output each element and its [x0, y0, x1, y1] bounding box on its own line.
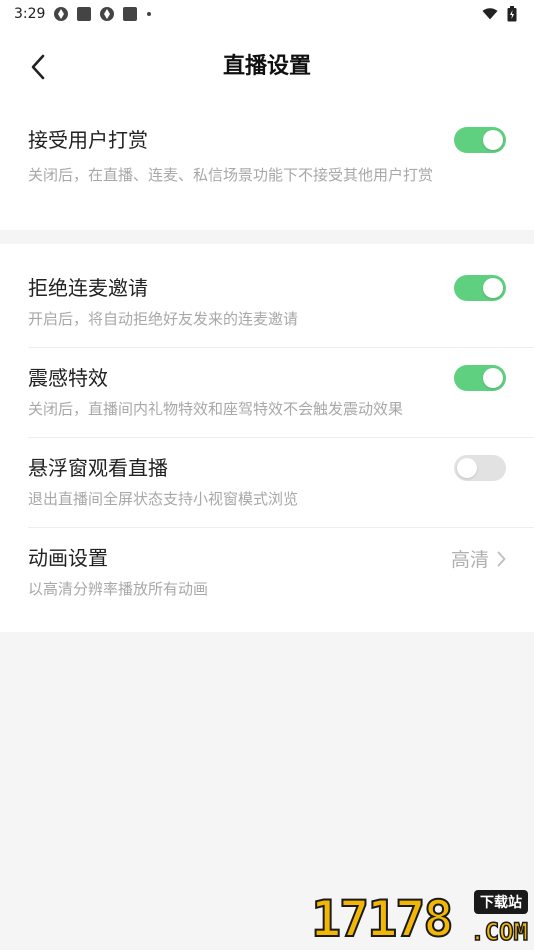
status-bar: 3:29 [0, 0, 534, 28]
toggle-knob [457, 458, 477, 478]
setting-row-animation[interactable]: 动画设置 以高清分辨率播放所有动画 高清 [0, 528, 534, 632]
floating-window-toggle[interactable] [454, 455, 506, 481]
chevron-right-icon [497, 551, 506, 566]
gear-notification-icon [53, 6, 69, 22]
watermark-number: 17178 [310, 889, 455, 949]
setting-desc: 退出直播间全屏状态支持小视窗模式浏览 [28, 490, 299, 508]
square-notification-icon [123, 7, 138, 21]
reject-link-toggle[interactable] [454, 275, 506, 301]
watermark-domain: .COM [469, 917, 528, 947]
reward-toggle[interactable] [454, 127, 506, 153]
animation-value-button[interactable]: 高清 [451, 545, 506, 572]
toggle-knob [483, 368, 503, 388]
settings-card-reward: 接受用户打赏 关闭后，在直播、连麦、私信场景功能下不接受其他用户打赏 [0, 106, 534, 230]
setting-label: 悬浮窗观看直播 [28, 456, 168, 480]
setting-desc: 关闭后，在直播、连麦、私信场景功能下不接受其他用户打赏 [28, 166, 434, 184]
setting-row-vibration: 震感特效 关闭后，直播间内礼物特效和座驾特效不会触发震动效果 [0, 348, 534, 438]
gear-notification-icon [99, 6, 115, 22]
square-notification-icon [77, 7, 92, 21]
battery-icon [504, 6, 520, 22]
setting-label: 拒绝连麦邀请 [28, 276, 148, 300]
setting-desc: 关闭后，直播间内礼物特效和座驾特效不会触发震动效果 [28, 400, 404, 418]
setting-label: 接受用户打赏 [28, 128, 148, 152]
setting-row-reject-link: 拒绝连麦邀请 开启后，将自动拒绝好友发来的连麦邀请 [0, 244, 534, 348]
setting-label: 震感特效 [28, 366, 108, 390]
nav-bar: 直播设置 [0, 28, 534, 106]
vibration-toggle[interactable] [454, 365, 506, 391]
status-time: 3:29 [14, 6, 46, 22]
setting-row-reward: 接受用户打赏 关闭后，在直播、连麦、私信场景功能下不接受其他用户打赏 [0, 106, 534, 188]
setting-desc: 以高清分辨率播放所有动画 [28, 580, 209, 598]
settings-card-live: 拒绝连麦邀请 开启后，将自动拒绝好友发来的连麦邀请 震感特效 关闭后，直播间内礼… [0, 244, 534, 632]
setting-row-floating-window: 悬浮窗观看直播 退出直播间全屏状态支持小视窗模式浏览 [0, 438, 534, 528]
dot-icon [147, 12, 152, 16]
toggle-knob [483, 130, 503, 150]
animation-value: 高清 [450, 549, 489, 571]
page-title: 直播设置 [222, 54, 311, 79]
toggle-knob [483, 278, 503, 298]
wifi-icon [482, 6, 498, 22]
watermark-logo: 17178 下载站 .COM [305, 889, 530, 949]
setting-label: 动画设置 [28, 546, 108, 570]
watermark-badge: 下载站 [474, 890, 528, 914]
setting-desc: 开启后，将自动拒绝好友发来的连麦邀请 [28, 310, 299, 328]
